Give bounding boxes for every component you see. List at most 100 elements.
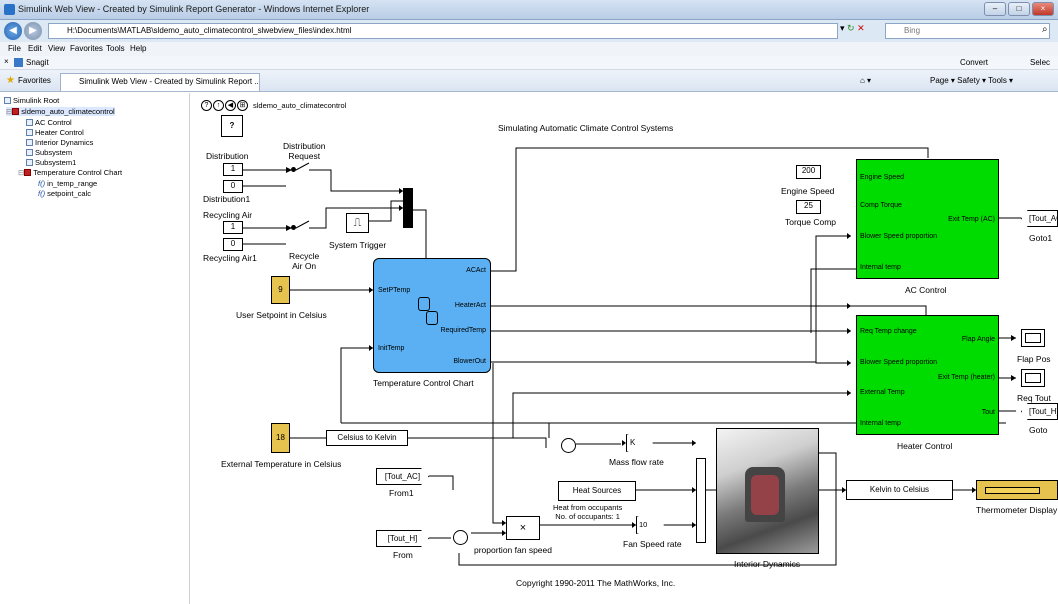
menu-favorites[interactable]: Favorites — [70, 44, 103, 53]
help-block[interactable]: ? — [221, 115, 243, 137]
address-toolbar: ◀ ▶ H:\Documents\MATLAB\sldemo_auto_clim… — [0, 20, 1058, 42]
dropdown-icon[interactable]: ▾ — [840, 23, 845, 33]
fit-icon[interactable]: ⊞ — [237, 100, 248, 111]
up-icon[interactable]: ↑ — [213, 100, 224, 111]
diagram-nav-buttons: ? ↑ ◀ ⊞ — [201, 99, 249, 111]
address-bar[interactable]: H:\Documents\MATLAB\sldemo_auto_climatec… — [48, 23, 838, 39]
recycling-const[interactable]: 1 — [223, 221, 243, 234]
product-block[interactable]: × — [506, 516, 540, 540]
goto-tout-h[interactable]: [Tout_H] — [1021, 403, 1058, 420]
port-setptemp: SetPTemp — [378, 287, 411, 294]
interior-mux[interactable] — [696, 458, 706, 543]
distribution-label: Distribution — [206, 151, 249, 161]
menu-help[interactable]: Help — [130, 44, 146, 53]
recycling1-const[interactable]: 0 — [223, 238, 243, 251]
page-commands[interactable]: Page ▾ Safety ▾ Tools ▾ — [930, 76, 1013, 85]
tree-item[interactable]: Interior Dynamics — [26, 138, 93, 147]
torque-comp-const[interactable]: 25 — [796, 200, 821, 214]
port-req-temp-change: Req Temp change — [860, 328, 917, 335]
product-label: proportion fan speed — [474, 545, 552, 555]
snagit-button[interactable]: Snagit — [26, 58, 49, 67]
tree-item-label: Temperature Control Chart — [33, 168, 123, 177]
menu-file[interactable]: File — [8, 44, 21, 53]
tree-item[interactable]: Subsystem1 — [26, 158, 76, 167]
tree-model[interactable]: ⊟ sldemo_auto_climatecontrol — [6, 107, 115, 116]
switch-icon[interactable] — [291, 225, 296, 230]
distribution-const[interactable]: 1 — [223, 163, 243, 176]
close-toolbar-icon[interactable]: × — [4, 57, 9, 66]
from-tout-h[interactable]: [Tout_H] — [376, 530, 429, 547]
user-setpoint-const[interactable]: 9 — [271, 276, 290, 304]
celsius-to-kelvin-block[interactable]: Celsius to Kelvin — [326, 430, 408, 446]
heat-sources-caption: Heat from occupants No. of occupants: 1 — [553, 503, 623, 521]
stateflow-icon — [418, 297, 430, 311]
switch-icon[interactable] — [291, 167, 296, 172]
tree-item[interactable]: f() in_temp_range — [38, 179, 97, 188]
port-comp-torque: Comp Torque — [860, 202, 902, 209]
minimize-button[interactable]: – — [984, 2, 1006, 16]
close-button[interactable]: × — [1032, 2, 1054, 16]
kelvin-to-celsius-block[interactable]: Kelvin to Celsius — [846, 480, 953, 500]
mass-flow-label: Mass flow rate — [609, 457, 664, 467]
menu-tools[interactable]: Tools — [106, 44, 125, 53]
select-button[interactable]: Selec — [1030, 58, 1050, 67]
interior-dynamics-subsystem[interactable] — [716, 428, 819, 554]
diagram-title: Simulating Automatic Climate Control Sys… — [498, 123, 674, 133]
recycle-air-on-label: Recycle Air On — [289, 251, 320, 271]
home-icon[interactable]: ⌂ ▾ — [860, 76, 871, 85]
menu-view[interactable]: View — [48, 44, 65, 53]
distribution1-const[interactable]: 0 — [223, 180, 243, 193]
subsystem-icon — [26, 139, 33, 146]
back-icon[interactable]: ◀ — [225, 100, 236, 111]
from-tout-ac[interactable]: [Tout_AC] — [376, 468, 429, 485]
tree-item-label: Interior Dynamics — [35, 138, 94, 147]
back-button[interactable]: ◀ — [4, 22, 22, 40]
tree-item[interactable]: AC Control — [26, 118, 72, 127]
tree-item[interactable]: Heater Control — [26, 128, 84, 137]
port-internal-temp: Internal temp — [860, 420, 901, 427]
sum-block[interactable] — [561, 438, 576, 453]
sum-block-2[interactable] — [453, 530, 468, 545]
heater-control-subsystem[interactable]: Req Temp change Blower Speed proportion … — [856, 315, 999, 435]
goto-tout-ac[interactable]: [Tout_AC] — [1021, 210, 1058, 227]
mux-block[interactable] — [403, 188, 413, 228]
heat-sources-block[interactable]: Heat Sources — [558, 481, 636, 501]
stop-icon[interactable]: ✕ — [857, 23, 865, 33]
search-input[interactable]: Bing — [885, 23, 1050, 39]
subsystem-icon — [26, 129, 33, 136]
ac-control-subsystem[interactable]: Engine Speed Comp Torque Blower Speed pr… — [856, 159, 999, 279]
window-controls: – □ × — [984, 2, 1054, 16]
help-icon[interactable]: ? — [201, 100, 212, 111]
flap-pos-scope[interactable] — [1021, 329, 1045, 347]
tree-item[interactable]: f() setpoint_calc — [38, 189, 91, 198]
tree-item[interactable]: ⊟ Temperature Control Chart — [18, 168, 122, 177]
window-titlebar: Simulink Web View - Created by Simulink … — [0, 0, 1058, 20]
menu-edit[interactable]: Edit — [28, 44, 42, 53]
port-exit-temp-heater: Exit Temp (heater) — [937, 374, 995, 381]
pulse-generator-icon[interactable]: ⎍ — [346, 213, 369, 233]
convert-button[interactable]: Convert — [960, 58, 988, 67]
forward-button[interactable]: ▶ — [24, 22, 42, 40]
recycling1-label: Recycling Air1 — [203, 253, 257, 263]
browser-tab[interactable]: Simulink Web View - Created by Simulink … — [60, 73, 260, 91]
tree-root-label: Simulink Root — [13, 96, 60, 105]
port-blower-speed: Blower Speed proportion — [860, 359, 938, 366]
ac-control-label: AC Control — [905, 285, 947, 295]
search-icon[interactable]: ⌕ — [1042, 24, 1048, 35]
favorites-button[interactable]: Favorites — [18, 76, 51, 85]
tree-item[interactable]: Subsystem — [26, 148, 72, 157]
external-temp-const[interactable]: 18 — [271, 423, 290, 453]
tree-root[interactable]: Simulink Root — [4, 96, 59, 105]
user-setpoint-label: User Setpoint in Celsius — [236, 310, 327, 320]
scope-icon — [1025, 373, 1041, 383]
temperature-control-chart[interactable]: SetPTemp InitTemp ACAct HeaterAct Requir… — [373, 258, 491, 373]
favorites-star-icon: ★ — [6, 75, 15, 86]
fan-speed-label: Fan Speed rate — [623, 539, 682, 549]
port-engine-speed: Engine Speed — [860, 174, 904, 181]
refresh-icon[interactable]: ↻ — [847, 23, 855, 33]
engine-speed-const[interactable]: 200 — [796, 165, 821, 179]
thermometer-display[interactable] — [976, 480, 1058, 500]
flap-pos-label: Flap Pos — [1017, 354, 1051, 364]
maximize-button[interactable]: □ — [1008, 2, 1030, 16]
req-tout-scope[interactable] — [1021, 369, 1045, 387]
